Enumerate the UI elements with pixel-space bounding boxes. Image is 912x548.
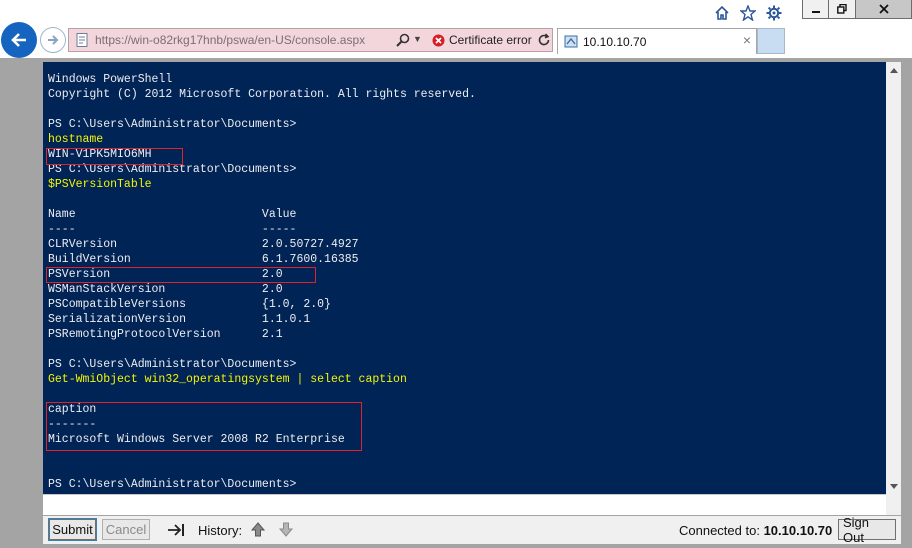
address-bar[interactable]: https://win-o82rkg17hnb/pswa/en-US/conso…: [68, 28, 553, 52]
restore-icon: [837, 4, 847, 14]
console-output-line: PSCompatibleVersions {1.0, 2.0}: [48, 298, 331, 311]
tab-console[interactable]: 10.10.10.70 ×: [557, 28, 757, 54]
back-button[interactable]: [1, 22, 37, 58]
console-output-line: [48, 192, 476, 207]
new-tab-button[interactable]: [757, 28, 785, 54]
connected-label: Connected to:: [679, 523, 760, 538]
tab-key-icon[interactable]: [167, 523, 185, 542]
tab-favicon: [564, 34, 579, 54]
history-up-icon[interactable]: [250, 522, 266, 542]
vertical-scrollbar[interactable]: [886, 62, 901, 494]
browser-chrome: https://win-o82rkg17hnb/pswa/en-US/conso…: [0, 0, 912, 58]
submit-button[interactable]: Submit: [48, 518, 97, 541]
close-icon: [878, 4, 889, 14]
connection-status: Connected to: 10.10.10.70: [679, 523, 832, 538]
console-command-line: $PSVersionTable: [48, 178, 152, 191]
console-output-line: [48, 462, 476, 477]
forward-button[interactable]: [40, 27, 66, 53]
connected-host: 10.10.10.70: [763, 523, 833, 538]
console-command-line: Get-WmiObject win32_operatingsystem | se…: [48, 373, 407, 386]
history-label: History:: [198, 523, 243, 538]
settings-gear-icon[interactable]: [764, 4, 784, 22]
console-output-line: PSRemotingProtocolVersion 2.1: [48, 328, 283, 341]
console-output-line: BuildVersion 6.1.7600.16385: [48, 253, 359, 266]
highlight-caption: [46, 402, 362, 451]
console-output-line: PS C:\Users\Administrator\Documents>: [48, 358, 297, 371]
console-output-line: SerializationVersion 1.1.0.1: [48, 313, 311, 326]
address-dropdown-icon[interactable]: ▼: [413, 34, 422, 44]
command-input-bar: [43, 494, 901, 515]
console-toolbar: Submit Cancel History: Connected to: 10.…: [43, 515, 901, 545]
console-output-line: [48, 342, 476, 357]
tab-close-icon[interactable]: ×: [743, 32, 751, 48]
console-output-line: WSManStackVersion 2.0: [48, 283, 283, 296]
minimize-button[interactable]: [802, 0, 829, 19]
favorites-star-icon[interactable]: [738, 4, 758, 22]
highlight-psversion: [46, 267, 316, 283]
forward-arrow-icon: [48, 35, 59, 45]
restore-button[interactable]: [829, 0, 856, 19]
console-output-line: ---- -----: [48, 223, 297, 236]
address-url[interactable]: https://win-o82rkg17hnb/pswa/en-US/conso…: [95, 33, 365, 47]
console-output-line: [48, 387, 476, 402]
window-controls: [802, 0, 912, 20]
console-output-line: [48, 102, 476, 117]
browser-toolbar-icons: [712, 4, 784, 22]
tab-title: 10.10.10.70: [583, 35, 647, 49]
page-icon: [74, 32, 90, 53]
cancel-button[interactable]: Cancel: [102, 519, 150, 540]
input-scroll-corner: [886, 494, 901, 515]
home-icon[interactable]: [712, 4, 732, 22]
back-arrow-icon: [11, 33, 26, 47]
close-window-button[interactable]: [856, 0, 912, 19]
console-command-line: hostname: [48, 133, 104, 146]
refresh-icon[interactable]: [536, 32, 552, 53]
console-output-line: Name Value: [48, 208, 297, 221]
scroll-up-icon[interactable]: [886, 62, 901, 77]
scroll-down-icon[interactable]: [886, 479, 901, 494]
highlight-hostname: [46, 148, 183, 165]
console-output-line: PS C:\Users\Administrator\Documents>: [48, 478, 297, 491]
console-output-line: Copyright (C) 2012 Microsoft Corporation…: [48, 88, 476, 101]
minimize-icon: [811, 11, 820, 13]
console-output-line: Windows PowerShell: [48, 73, 173, 86]
console-output-line: CLRVersion 2.0.50727.4927: [48, 238, 359, 251]
certificate-error-icon[interactable]: [432, 34, 445, 52]
sign-out-button[interactable]: Sign Out: [838, 515, 896, 545]
console-output-line: PS C:\Users\Administrator\Documents>: [48, 118, 297, 131]
powershell-console: Windows PowerShell Copyright (C) 2012 Mic…: [43, 62, 901, 515]
certificate-error-label[interactable]: Certificate error: [449, 33, 532, 47]
search-icon[interactable]: [395, 32, 411, 53]
command-input[interactable]: [47, 496, 891, 515]
history-down-icon[interactable]: [278, 522, 294, 542]
